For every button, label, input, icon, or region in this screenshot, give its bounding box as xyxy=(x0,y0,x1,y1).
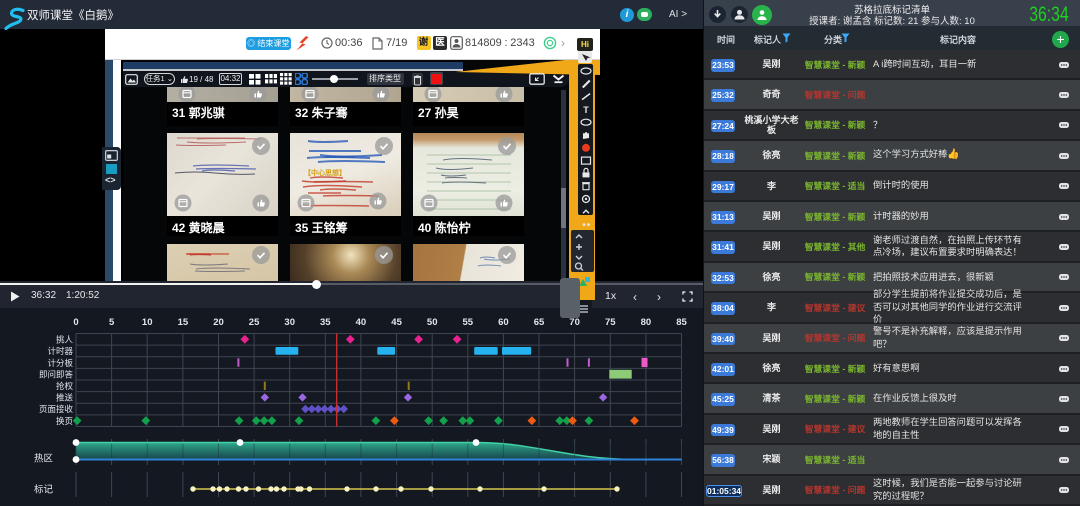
svg-text:换页: 换页 xyxy=(56,416,73,426)
svg-text:15: 15 xyxy=(178,317,189,328)
svg-text:75: 75 xyxy=(605,317,616,328)
svg-text:85: 85 xyxy=(676,317,687,328)
svg-text:70: 70 xyxy=(569,317,580,328)
svg-text:55: 55 xyxy=(463,317,474,328)
svg-text:标记: 标记 xyxy=(34,484,54,496)
svg-text:推送: 推送 xyxy=(56,393,74,403)
svg-text:35: 35 xyxy=(320,317,331,328)
svg-text:5: 5 xyxy=(109,317,115,328)
svg-text:20: 20 xyxy=(213,317,224,328)
svg-text:10: 10 xyxy=(142,317,153,328)
svg-text:计分板: 计分板 xyxy=(47,358,73,368)
svg-text:抢权: 抢权 xyxy=(56,381,74,391)
svg-text:热区: 热区 xyxy=(34,453,54,465)
svg-text:45: 45 xyxy=(391,317,402,328)
svg-text:80: 80 xyxy=(641,317,652,328)
svg-text:页面接收: 页面接收 xyxy=(39,404,74,414)
svg-text:0: 0 xyxy=(73,317,78,328)
svg-text:50: 50 xyxy=(427,317,438,328)
svg-text:即问即答: 即问即答 xyxy=(39,369,74,379)
svg-text:T: T xyxy=(583,105,589,115)
svg-text:30: 30 xyxy=(284,317,295,328)
svg-text:挑人: 挑人 xyxy=(56,335,74,345)
svg-text:65: 65 xyxy=(534,317,545,328)
svg-text:40: 40 xyxy=(356,317,367,328)
svg-text:60: 60 xyxy=(498,317,509,328)
svg-text:【中心思想】: 【中心思想】 xyxy=(304,168,346,177)
svg-text:计时器: 计时器 xyxy=(47,346,73,356)
svg-text:25: 25 xyxy=(249,317,260,328)
